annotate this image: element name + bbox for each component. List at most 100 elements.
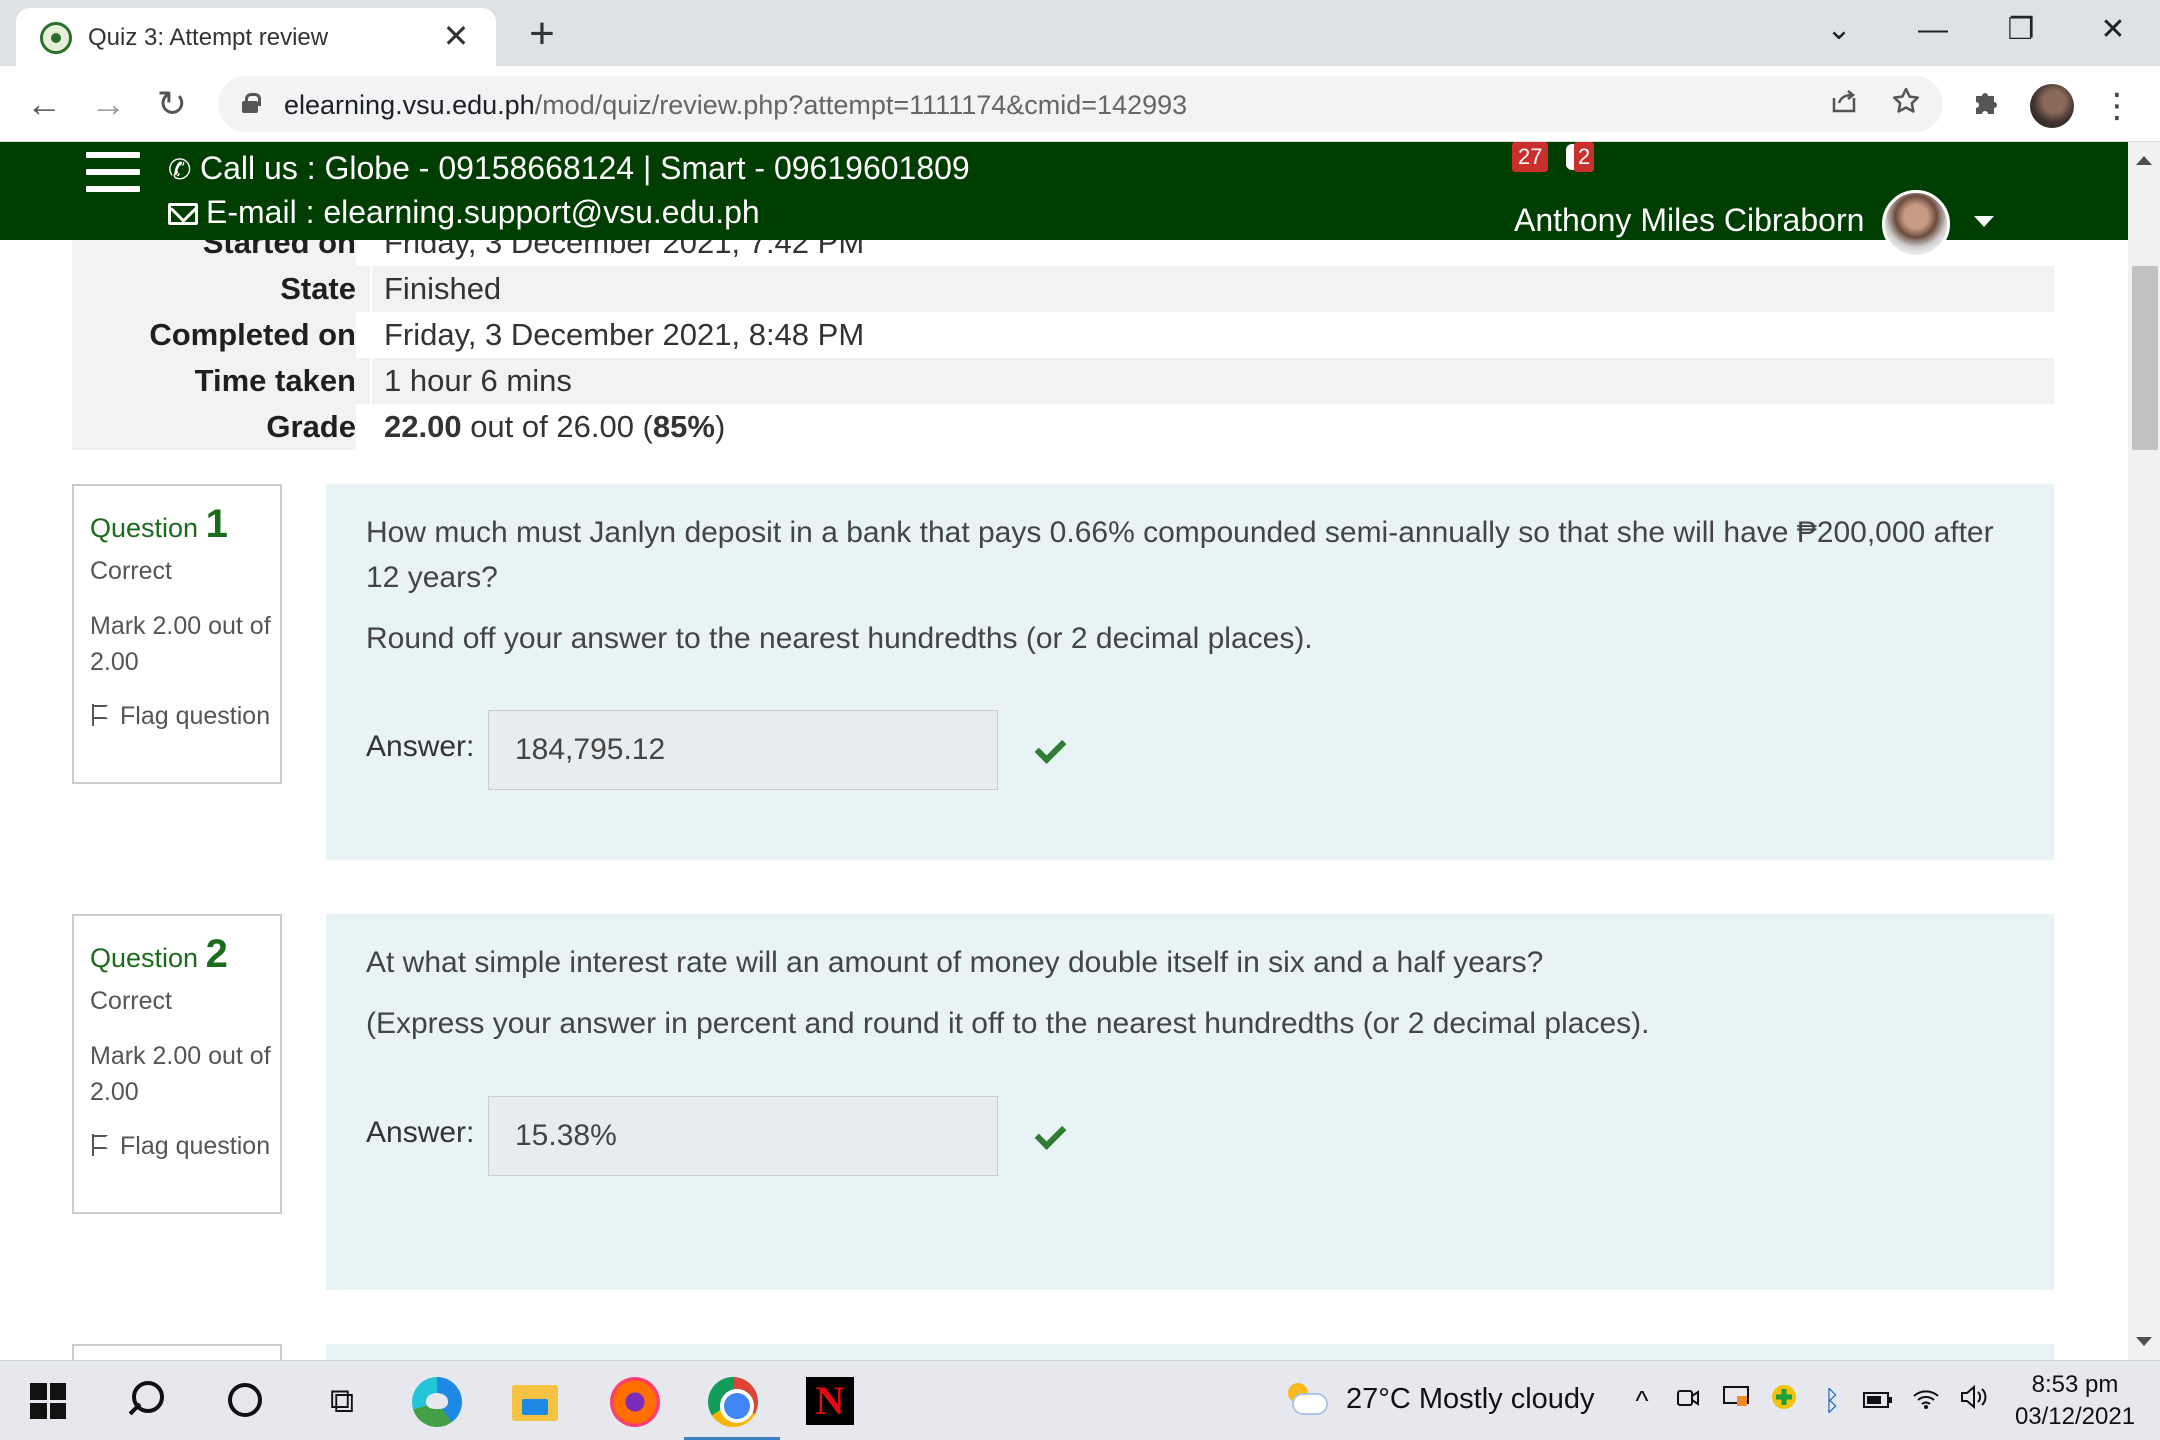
cortana-icon[interactable] (222, 1377, 270, 1425)
meet-now-icon[interactable] (1672, 1383, 1704, 1419)
phone-icon: ✆ (168, 154, 192, 185)
site-header: ✆ Call us : Globe - 09158668124 | Smart -… (0, 142, 2128, 258)
question-mark: Mark 2.00 out of 2.00 (90, 1042, 271, 1106)
summary-label: State (72, 266, 356, 312)
question-number: Question 2 (90, 932, 228, 976)
question-state: Correct (90, 987, 172, 1015)
summary-label: Time taken (72, 358, 356, 404)
row-divider (370, 404, 372, 450)
battery-icon[interactable] (1862, 1383, 1894, 1419)
volume-icon[interactable] (1958, 1383, 1990, 1419)
wifi-icon[interactable] (1910, 1383, 1942, 1419)
question-content-2: At what simple interest rate will an amo… (326, 914, 2054, 1290)
lock-icon[interactable] (242, 93, 261, 113)
question-content-1: How much must Janlyn deposit in a bank t… (326, 484, 2054, 860)
summary-row: State Finished (72, 266, 2054, 312)
scroll-up-arrow-icon[interactable] (2136, 156, 2152, 165)
tab-search-dropdown-icon[interactable]: ⌄ (1814, 10, 1864, 50)
minimize-button[interactable]: — (1908, 10, 1958, 50)
question-number: Question 1 (90, 502, 228, 546)
contact-email: E-mail : elearning.support@vsu.edu.ph (168, 194, 760, 231)
flag-icon (90, 1134, 112, 1156)
address-bar[interactable]: elearning.vsu.edu.ph/mod/quiz/review.php… (218, 76, 1943, 132)
chrome-icon[interactable] (708, 1377, 758, 1427)
clock-date: 03/12/2021 (2014, 1403, 2136, 1430)
question-info-2: Question 2 Correct Mark 2.00 out of 2.00… (72, 914, 282, 1214)
summary-row-grade: Grade 22.00 out of 26.00 (85%) (72, 404, 2054, 450)
edge-icon[interactable] (412, 1377, 462, 1427)
question-state: Correct (90, 557, 172, 585)
reload-button[interactable]: ↻ (148, 80, 196, 128)
grade-value: 22.00 out of 26.00 (85%) (384, 409, 726, 444)
correct-check-icon (1034, 734, 1064, 764)
user-menu-caret-icon[interactable] (1974, 216, 1994, 227)
user-name[interactable]: Anthony Miles Cibraborn (1514, 202, 1864, 239)
question-text: At what simple interest rate will an amo… (366, 946, 1544, 979)
row-divider (370, 266, 372, 312)
vsu-favicon-icon (40, 22, 72, 54)
hamburger-menu-icon[interactable] (86, 152, 140, 196)
windows-taskbar: ⧉ N 27°C Mostly cloudy ^ ᛒ 8:53 pm 03/12… (0, 1360, 2160, 1440)
weather-cloudy-icon[interactable] (1286, 1383, 1330, 1417)
url-text[interactable]: elearning.vsu.edu.ph/mod/quiz/review.php… (284, 90, 1187, 121)
back-button[interactable]: ← (20, 80, 68, 128)
scroll-down-arrow-icon[interactable] (2136, 1337, 2152, 1346)
browser-tab-strip: Quiz 3: Attempt review ✕ + ⌄ — ❐ ✕ (0, 0, 2160, 66)
question-instruction: Round off your answer to the nearest hun… (366, 622, 1313, 655)
share-icon[interactable] (1826, 86, 1862, 122)
close-tab-icon[interactable]: ✕ (438, 18, 474, 54)
answer-field[interactable]: 15.38% (488, 1096, 998, 1176)
menu-kebab-icon[interactable]: ⋮ (2100, 84, 2134, 128)
summary-label: Grade (72, 404, 356, 450)
question-info-3 (72, 1344, 282, 1360)
search-icon[interactable] (126, 1377, 174, 1425)
summary-value: Finished (384, 271, 502, 306)
row-divider (370, 358, 372, 404)
system-clock[interactable]: 8:53 pm 03/12/2021 (2010, 1369, 2140, 1433)
netflix-icon[interactable]: N (806, 1377, 854, 1425)
firefox-icon[interactable] (610, 1377, 660, 1427)
answer-field[interactable]: 184,795.12 (488, 710, 998, 790)
clock-time: 8:53 pm (2031, 1371, 2119, 1398)
task-view-icon[interactable]: ⧉ (318, 1377, 366, 1425)
messages-badge[interactable]: 2 (1574, 142, 1595, 172)
flag-question-link[interactable]: Flag question (90, 1128, 280, 1164)
weather-text[interactable]: 27°C Mostly cloudy (1346, 1383, 1595, 1416)
row-divider (370, 312, 372, 358)
display-icon[interactable] (1720, 1383, 1752, 1419)
attempt-summary-table: Started on Friday, 3 December 2021, 7:42… (72, 220, 2054, 450)
star-icon[interactable] (1888, 86, 1924, 122)
tray-chevron-icon[interactable]: ^ (1626, 1383, 1658, 1419)
profile-avatar[interactable] (2030, 84, 2074, 128)
file-explorer-icon[interactable] (512, 1385, 558, 1421)
summary-label: Completed on (72, 312, 356, 358)
page-viewport: Started on Friday, 3 December 2021, 7:42… (0, 142, 2160, 1360)
summary-value: Friday, 3 December 2021, 8:48 PM (384, 317, 865, 352)
summary-row: Time taken 1 hour 6 mins (72, 358, 2054, 404)
envelope-icon (168, 203, 198, 225)
windows-start-icon[interactable] (30, 1383, 66, 1419)
new-tab-button[interactable]: + (520, 12, 564, 56)
page-scrollbar[interactable] (2128, 142, 2160, 1360)
browser-tab-active[interactable]: Quiz 3: Attempt review ✕ (16, 8, 496, 66)
app-tray-icon[interactable] (1768, 1383, 1800, 1419)
bluetooth-icon[interactable]: ᛒ (1816, 1383, 1848, 1419)
flag-question-link[interactable]: Flag question (90, 698, 280, 734)
correct-check-icon (1034, 1120, 1064, 1150)
extensions-icon[interactable] (1968, 86, 2004, 122)
summary-row: Completed on Friday, 3 December 2021, 8:… (72, 312, 2054, 358)
scroll-thumb[interactable] (2132, 266, 2158, 450)
question-content-3 (326, 1344, 2054, 1360)
user-avatar[interactable] (1882, 190, 1950, 258)
forward-button[interactable]: → (84, 80, 132, 128)
question-info-1: Question 1 Correct Mark 2.00 out of 2.00… (72, 484, 282, 784)
close-window-button[interactable]: ✕ (2088, 10, 2138, 50)
notifications-badge[interactable]: 27 (1512, 142, 1549, 172)
restore-button[interactable]: ❐ (1996, 10, 2046, 50)
browser-toolbar: ← → ↻ elearning.vsu.edu.ph/mod/quiz/revi… (0, 66, 2160, 142)
tab-title: Quiz 3: Attempt review (88, 24, 329, 51)
answer-label: Answer: (366, 730, 475, 763)
contact-phone: ✆ Call us : Globe - 09158668124 | Smart -… (168, 150, 970, 186)
flag-icon (90, 704, 112, 726)
question-text: How much must Janlyn deposit in a bank t… (366, 516, 1994, 594)
